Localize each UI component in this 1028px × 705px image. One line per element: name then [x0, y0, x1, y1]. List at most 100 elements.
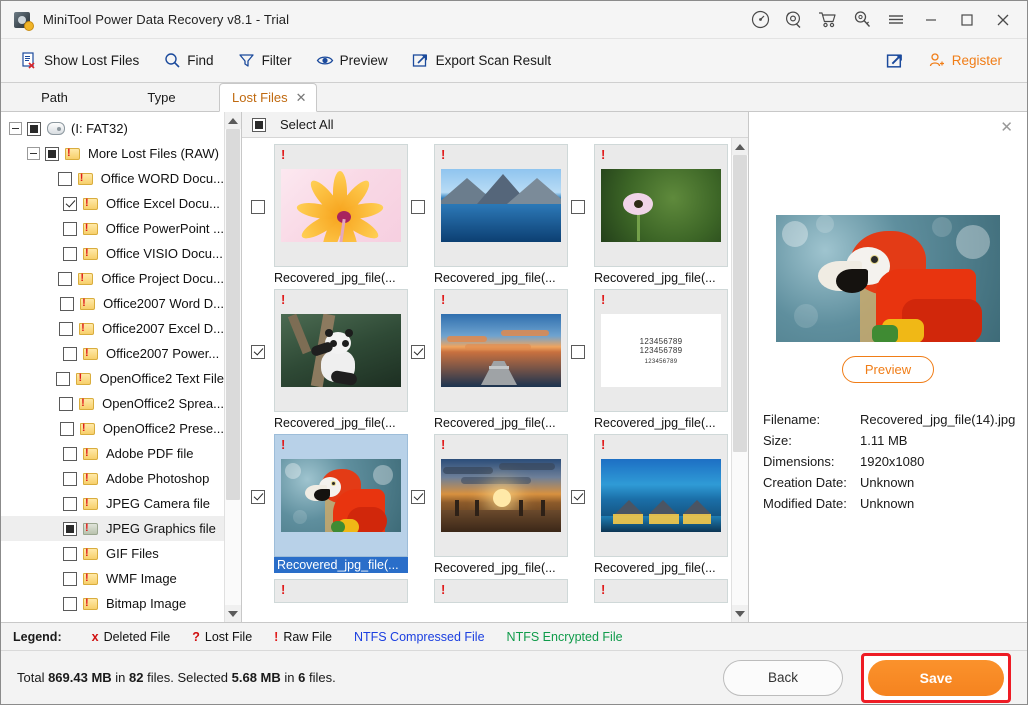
tree-item[interactable]: !Adobe Photoshop: [1, 466, 224, 491]
select-all-checkbox[interactable]: [252, 118, 266, 132]
tree-item[interactable]: !JPEG Graphics file: [1, 516, 224, 541]
tree-item[interactable]: !Office2007 Excel D...: [1, 316, 224, 341]
tab-close-icon[interactable]: ✕: [296, 91, 307, 104]
file-item-checkbox[interactable]: [251, 345, 265, 359]
file-item-thumbnail[interactable]: !: [274, 144, 408, 267]
tree-item-checkbox[interactable]: [58, 172, 72, 186]
file-grid-item-partial[interactable]: !: [408, 579, 568, 603]
tree-item-checkbox[interactable]: [56, 372, 70, 386]
tree-expander-icon[interactable]: [9, 122, 22, 135]
preview-open-button[interactable]: Preview: [842, 356, 934, 383]
maximize-button[interactable]: [949, 1, 985, 39]
speedometer-icon[interactable]: [743, 1, 777, 39]
hamburger-menu-icon[interactable]: [879, 1, 913, 39]
search-key-icon[interactable]: [845, 1, 879, 39]
file-item-thumbnail[interactable]: !: [594, 434, 728, 557]
shopping-cart-icon[interactable]: [811, 1, 845, 39]
tree-item-checkbox[interactable]: [63, 597, 77, 611]
grid-scroll-down-arrow[interactable]: [732, 605, 748, 622]
file-item-thumbnail[interactable]: !: [434, 289, 568, 412]
tree-item[interactable]: !More Lost Files (RAW): [1, 141, 224, 166]
tree-item[interactable]: !Office WORD Docu...: [1, 166, 224, 191]
grid-scroll-thumb[interactable]: [733, 155, 747, 452]
tree-item-checkbox[interactable]: [63, 247, 77, 261]
tree-item[interactable]: !JPEG Camera file: [1, 491, 224, 516]
file-item-thumbnail[interactable]: !123456789123456789123456789: [594, 289, 728, 412]
tree-item[interactable]: !Office Excel Docu...: [1, 191, 224, 216]
tree-item-checkbox[interactable]: [63, 472, 77, 486]
tree-item-checkbox[interactable]: [59, 397, 73, 411]
register-button[interactable]: Register: [919, 48, 1011, 74]
tree-item[interactable]: !Office2007 Word D...: [1, 291, 224, 316]
export-scan-result-button[interactable]: Export Scan Result: [403, 48, 561, 74]
share-button[interactable]: [877, 48, 913, 74]
tree-item[interactable]: !OpenOffice2 Text File: [1, 366, 224, 391]
grid-vertical-scrollbar[interactable]: [731, 138, 748, 622]
file-item-checkbox[interactable]: [251, 200, 265, 214]
tree-item[interactable]: !OpenOffice2 Prese...: [1, 416, 224, 441]
file-item-thumbnail[interactable]: !: [274, 289, 408, 412]
tree-item[interactable]: !Office2007 Power...: [1, 341, 224, 366]
file-grid[interactable]: !Recovered_jpg_file(...!Recovered_jpg_fi…: [248, 144, 731, 603]
file-grid-item[interactable]: !Recovered_jpg_file(...: [408, 289, 568, 434]
tree-item[interactable]: !WMF Image: [1, 566, 224, 591]
file-item-thumbnail[interactable]: !: [434, 434, 568, 557]
file-grid-item[interactable]: !Recovered_jpg_file(...: [248, 289, 408, 434]
tree-item-checkbox[interactable]: [63, 547, 77, 561]
tab-lost-files[interactable]: Lost Files ✕: [219, 83, 317, 112]
tree-item-checkbox[interactable]: [58, 272, 72, 286]
grid-scroll-up-arrow[interactable]: [732, 138, 748, 155]
tree-scroll-down-arrow[interactable]: [225, 605, 241, 622]
close-button[interactable]: [985, 1, 1027, 39]
preview-close-icon[interactable]: ✕: [1000, 120, 1013, 135]
file-item-checkbox[interactable]: [411, 345, 425, 359]
preview-button[interactable]: Preview: [307, 48, 397, 74]
tree-item[interactable]: !OpenOffice2 Sprea...: [1, 391, 224, 416]
tree-item-checkbox[interactable]: [45, 147, 59, 161]
find-button[interactable]: Find: [154, 48, 222, 74]
tree-item[interactable]: !Office PowerPoint ...: [1, 216, 224, 241]
file-grid-item[interactable]: !Recovered_jpg_file(...: [248, 434, 408, 579]
save-button[interactable]: Save: [868, 660, 1004, 696]
show-lost-files-button[interactable]: Show Lost Files: [11, 48, 148, 74]
tree-scroll-up-arrow[interactable]: [225, 112, 241, 129]
tree-item-checkbox[interactable]: [63, 222, 77, 236]
tree-item[interactable]: !Adobe PDF file: [1, 441, 224, 466]
file-grid-item[interactable]: !Recovered_jpg_file(...: [568, 144, 728, 289]
tree-scroll-thumb[interactable]: [226, 129, 240, 500]
file-grid-item-partial[interactable]: !: [568, 579, 728, 603]
file-item-checkbox[interactable]: [251, 490, 265, 504]
tree-item[interactable]: (I: FAT32): [1, 116, 224, 141]
file-grid-item[interactable]: !123456789123456789123456789Recovered_jp…: [568, 289, 728, 434]
filter-button[interactable]: Filter: [229, 48, 301, 74]
file-grid-item[interactable]: !Recovered_jpg_file(...: [408, 434, 568, 579]
file-item-checkbox[interactable]: [411, 490, 425, 504]
file-item-thumbnail[interactable]: !: [594, 579, 728, 603]
tree-item-checkbox[interactable]: [63, 522, 77, 536]
file-grid-item[interactable]: !Recovered_jpg_file(...: [408, 144, 568, 289]
file-grid-item-partial[interactable]: !: [248, 579, 408, 603]
grid-scroll-track[interactable]: [732, 155, 748, 605]
tree-item-checkbox[interactable]: [63, 347, 77, 361]
file-item-checkbox[interactable]: [571, 200, 585, 214]
tree-scroll-track[interactable]: [225, 129, 241, 605]
tree-item-checkbox[interactable]: [60, 422, 74, 436]
file-item-thumbnail[interactable]: !: [434, 144, 568, 267]
file-item-thumbnail[interactable]: !: [434, 579, 568, 603]
tree-item-checkbox[interactable]: [27, 122, 41, 136]
tree-item[interactable]: !Bitmap Image: [1, 591, 224, 616]
file-item-thumbnail[interactable]: !: [594, 144, 728, 267]
tree-item-checkbox[interactable]: [63, 572, 77, 586]
file-grid-item[interactable]: !Recovered_jpg_file(...: [568, 434, 728, 579]
file-item-checkbox[interactable]: [571, 490, 585, 504]
tree-item-checkbox[interactable]: [60, 297, 74, 311]
tree-item-checkbox[interactable]: [63, 497, 77, 511]
tree-item[interactable]: !GIF Files: [1, 541, 224, 566]
minimize-button[interactable]: [913, 1, 949, 39]
tree-item[interactable]: !Office Project Docu...: [1, 266, 224, 291]
file-grid-item[interactable]: !Recovered_jpg_file(...: [248, 144, 408, 289]
back-button[interactable]: Back: [723, 660, 843, 696]
tree-item-checkbox[interactable]: [63, 447, 77, 461]
select-all-row[interactable]: Select All: [242, 112, 748, 138]
file-type-tree[interactable]: (I: FAT32)!More Lost Files (RAW)!Office …: [1, 112, 224, 622]
